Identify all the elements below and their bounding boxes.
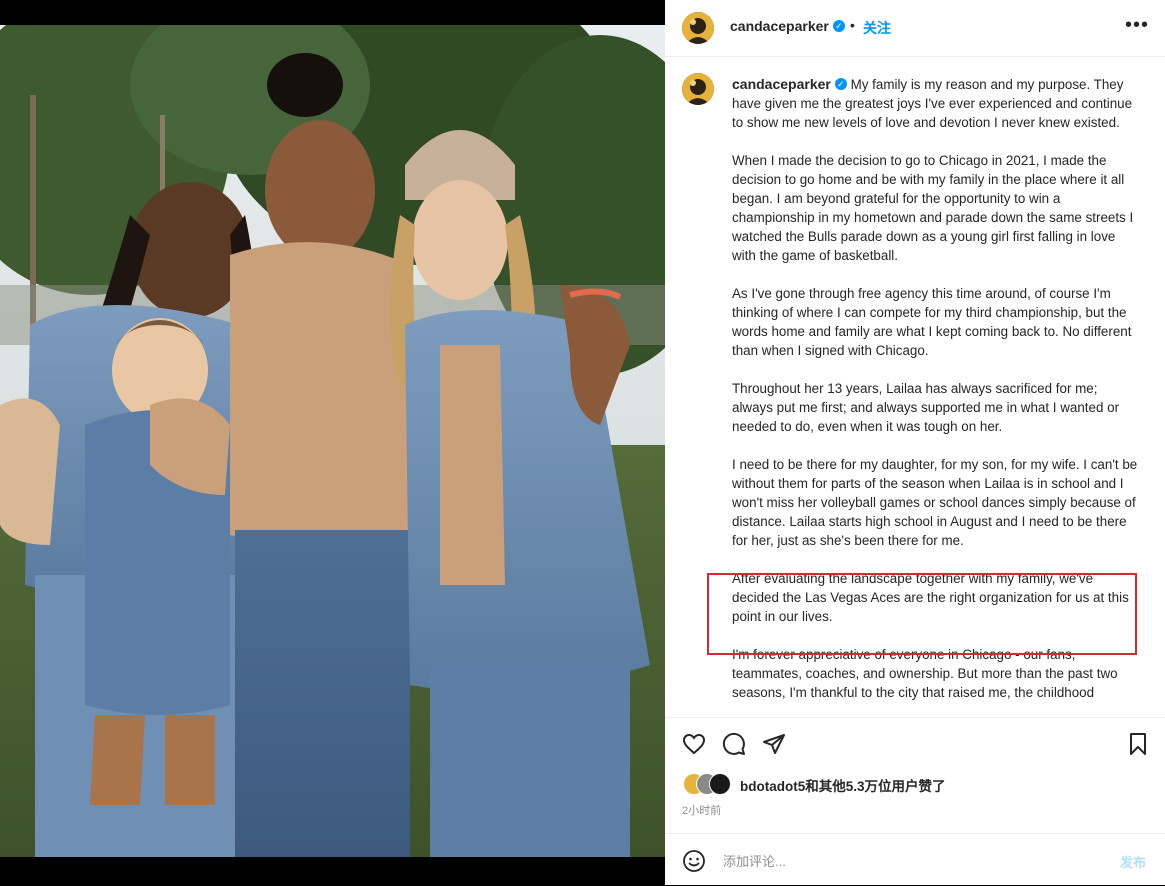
likes-row: bdotadot5和其他5.3万位用户赞了 — [665, 767, 1165, 802]
post-photo[interactable] — [0, 25, 665, 857]
caption-paragraph: Throughout her 13 years, Lailaa has alwa… — [732, 381, 1120, 434]
caption-avatar[interactable] — [682, 73, 714, 105]
header-username[interactable]: candaceparker ✓ — [730, 18, 845, 34]
likes-count[interactable]: bdotadot5和其他5.3万位用户赞了 — [740, 775, 946, 795]
more-options-icon[interactable]: ••• — [1125, 14, 1149, 37]
highlight-box — [707, 573, 1137, 655]
separator-dot: • — [850, 17, 855, 33]
comment-icon[interactable] — [722, 732, 746, 761]
liker-avatars — [683, 773, 743, 795]
post-comment-button[interactable]: 发布 — [1120, 852, 1146, 871]
liker-avatar[interactable] — [709, 773, 731, 795]
follow-button[interactable]: 关注 — [863, 18, 891, 38]
caption-scroll-area[interactable]: candaceparker ✓ My family is my reason an… — [665, 57, 1165, 717]
post-header: candaceparker ✓ • 关注 ••• — [665, 0, 1165, 57]
post-details-pane: candaceparker ✓ • 关注 ••• candaceparker ✓ M… — [665, 0, 1165, 885]
post-media-pane — [0, 0, 665, 885]
verified-badge-icon: ✓ — [832, 20, 845, 33]
comment-input[interactable] — [721, 850, 1105, 872]
caption-paragraph: candaceparker ✓ My family is my reason an… — [732, 75, 1142, 132]
verified-badge-icon: ✓ — [834, 78, 847, 91]
bookmark-icon[interactable] — [1126, 732, 1150, 761]
comment-bar: 发布 — [665, 833, 1165, 886]
post-timestamp[interactable]: 2小时前 — [682, 802, 721, 818]
caption-paragraph: I need to be there for my daughter, for … — [732, 457, 1138, 548]
emoji-icon[interactable] — [682, 849, 706, 878]
share-icon[interactable] — [762, 732, 786, 761]
heart-icon[interactable] — [682, 732, 706, 761]
caption-paragraph: As I've gone through free agency this ti… — [732, 286, 1132, 358]
caption-username[interactable]: candaceparker — [732, 76, 831, 92]
header-avatar[interactable] — [682, 12, 714, 44]
caption-paragraph: When I made the decision to go to Chicag… — [732, 153, 1134, 263]
action-bar — [665, 717, 1165, 768]
header-username-text[interactable]: candaceparker — [730, 18, 829, 34]
